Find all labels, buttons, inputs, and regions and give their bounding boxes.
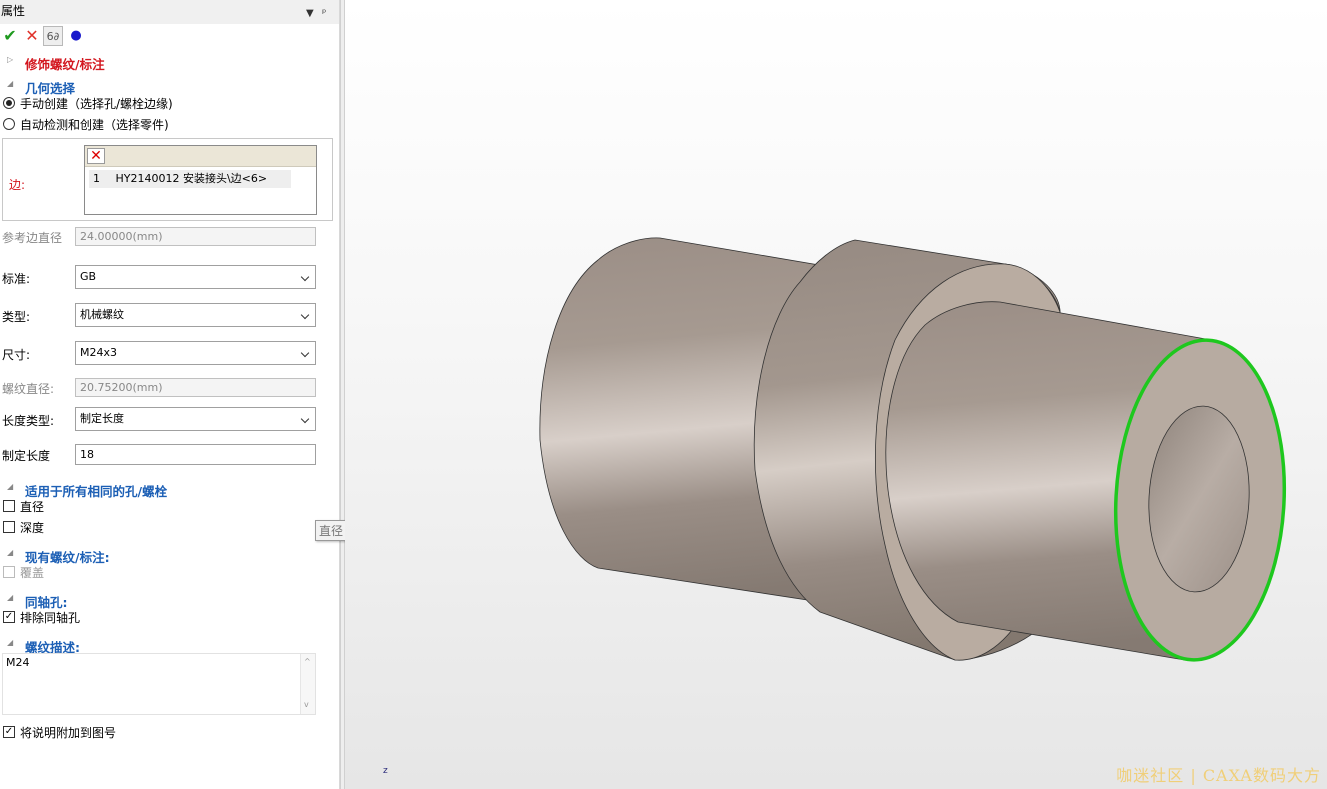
3d-viewport[interactable]: z 咖迷社区 | CAXA数码大方 xyxy=(345,0,1327,789)
length-label: 制定长度 xyxy=(2,449,51,463)
edge-label: 边: xyxy=(9,178,26,192)
axis-indicator: z xyxy=(383,766,388,776)
section-cosmetic-thread[interactable]: ▷ 修饰螺纹/标注 xyxy=(0,52,338,72)
cover-checkbox-label: 覆盖 xyxy=(20,566,45,580)
section-existing-thread[interactable]: ◢ 现有螺纹/标注: xyxy=(0,545,338,565)
axis-z-label: z xyxy=(383,766,388,776)
edge-list[interactable]: ✕ 1 HY2140012 安装接头\边<6> xyxy=(84,145,317,215)
thread-diameter-label: 螺纹直径: xyxy=(2,382,55,396)
collapse-arrow-icon: ◢ xyxy=(7,548,14,557)
close-icon[interactable]: ✕ xyxy=(22,26,42,46)
edge-value: HY2140012 安装接头\边<6> xyxy=(115,172,268,185)
manual-create-radio[interactable] xyxy=(3,97,15,109)
cover-checkbox xyxy=(3,566,15,578)
pin-icon[interactable]: ᵖ xyxy=(322,3,326,25)
collapse-arrow-icon: ◢ xyxy=(7,482,14,491)
panel-title-bar: 属性 ▼ ᵖ xyxy=(0,0,339,25)
type-label: 类型: xyxy=(2,310,31,324)
edge-selection-box: 边: ✕ 1 HY2140012 安装接头\边<6> xyxy=(2,138,333,221)
expand-arrow-icon: ▷ xyxy=(7,55,14,64)
manual-create-label: 手动创建（选择孔/螺栓边缘) xyxy=(20,97,173,111)
delete-icon[interactable]: ✕ xyxy=(87,148,105,164)
attach-description-label: 将说明附加到图号 xyxy=(20,726,117,740)
part-model[interactable] xyxy=(345,0,1327,789)
panel-title: 属性 xyxy=(1,4,26,18)
depth-checkbox-label: 深度 xyxy=(20,521,45,535)
section-thread-description[interactable]: ◢ 螺纹描述: xyxy=(0,635,338,655)
section-cosmetic-label: 修饰螺纹/标注 xyxy=(25,57,105,72)
ref-diameter-field: 24.00000(mm) xyxy=(75,227,316,246)
section-apply-all[interactable]: ◢ 适用于所有相同的孔/螺栓 xyxy=(0,479,338,499)
exclude-coaxial-checkbox[interactable]: ✓ xyxy=(3,611,15,623)
length-input[interactable]: 18 xyxy=(75,444,316,465)
standard-select[interactable]: GB xyxy=(75,265,316,289)
diameter-checkbox[interactable] xyxy=(3,500,15,512)
property-panel: 属性 ▼ ᵖ ✔ ✕ 6∂ ● ▷ 修饰螺纹/标注 ◢ 几何选择 手动创建（选择… xyxy=(0,0,340,789)
edge-index: 1 xyxy=(93,172,100,185)
auto-detect-radio[interactable] xyxy=(3,118,15,130)
section-geometry[interactable]: ◢ 几何选择 xyxy=(0,76,338,96)
edge-list-header: ✕ xyxy=(85,146,316,167)
size-select[interactable]: M24x3 xyxy=(75,341,316,365)
panel-toolbar: ✔ ✕ 6∂ ● xyxy=(0,26,339,48)
dot-icon[interactable]: ● xyxy=(66,26,86,46)
thread-description-value: M24 xyxy=(6,656,30,669)
collapse-arrow-icon: ◢ xyxy=(7,79,14,88)
depth-checkbox[interactable] xyxy=(3,521,15,533)
watermark: 咖迷社区 | CAXA数码大方 xyxy=(1116,766,1321,785)
section-apply-all-label: 适用于所有相同的孔/螺栓 xyxy=(25,484,168,499)
scroll-down-icon[interactable]: v xyxy=(304,700,309,709)
diameter-tooltip: 直径 xyxy=(315,520,348,541)
ref-diameter-label: 参考边直径 xyxy=(2,231,63,245)
description-scrollbar[interactable]: ^ v xyxy=(300,654,315,714)
diameter-checkbox-label: 直径 xyxy=(20,500,45,514)
attach-description-checkbox[interactable]: ✓ xyxy=(3,726,15,738)
size-label: 尺寸: xyxy=(2,348,31,362)
thread-description-textarea[interactable]: M24 ^ v xyxy=(2,653,316,715)
checkmark-icon[interactable]: ✔ xyxy=(0,26,20,46)
thread-diameter-field: 20.75200(mm) xyxy=(75,378,316,397)
dropdown-arrow-icon[interactable]: ▼ xyxy=(306,3,314,25)
length-type-select[interactable]: 制定长度 xyxy=(75,407,316,431)
auto-detect-label: 自动检测和创建（选择零件) xyxy=(20,118,169,132)
type-select[interactable]: 机械螺纹 xyxy=(75,303,316,327)
edge-list-item[interactable]: 1 HY2140012 安装接头\边<6> xyxy=(89,170,291,188)
collapse-arrow-icon: ◢ xyxy=(7,638,14,647)
section-coaxial[interactable]: ◢ 同轴孔: xyxy=(0,590,338,610)
length-type-label: 长度类型: xyxy=(2,414,55,428)
exclude-coaxial-label: 排除同轴孔 xyxy=(20,611,81,625)
glasses-icon[interactable]: 6∂ xyxy=(43,26,63,46)
standard-label: 标准: xyxy=(2,272,31,286)
collapse-arrow-icon: ◢ xyxy=(7,593,14,602)
scroll-up-icon[interactable]: ^ xyxy=(304,657,311,666)
